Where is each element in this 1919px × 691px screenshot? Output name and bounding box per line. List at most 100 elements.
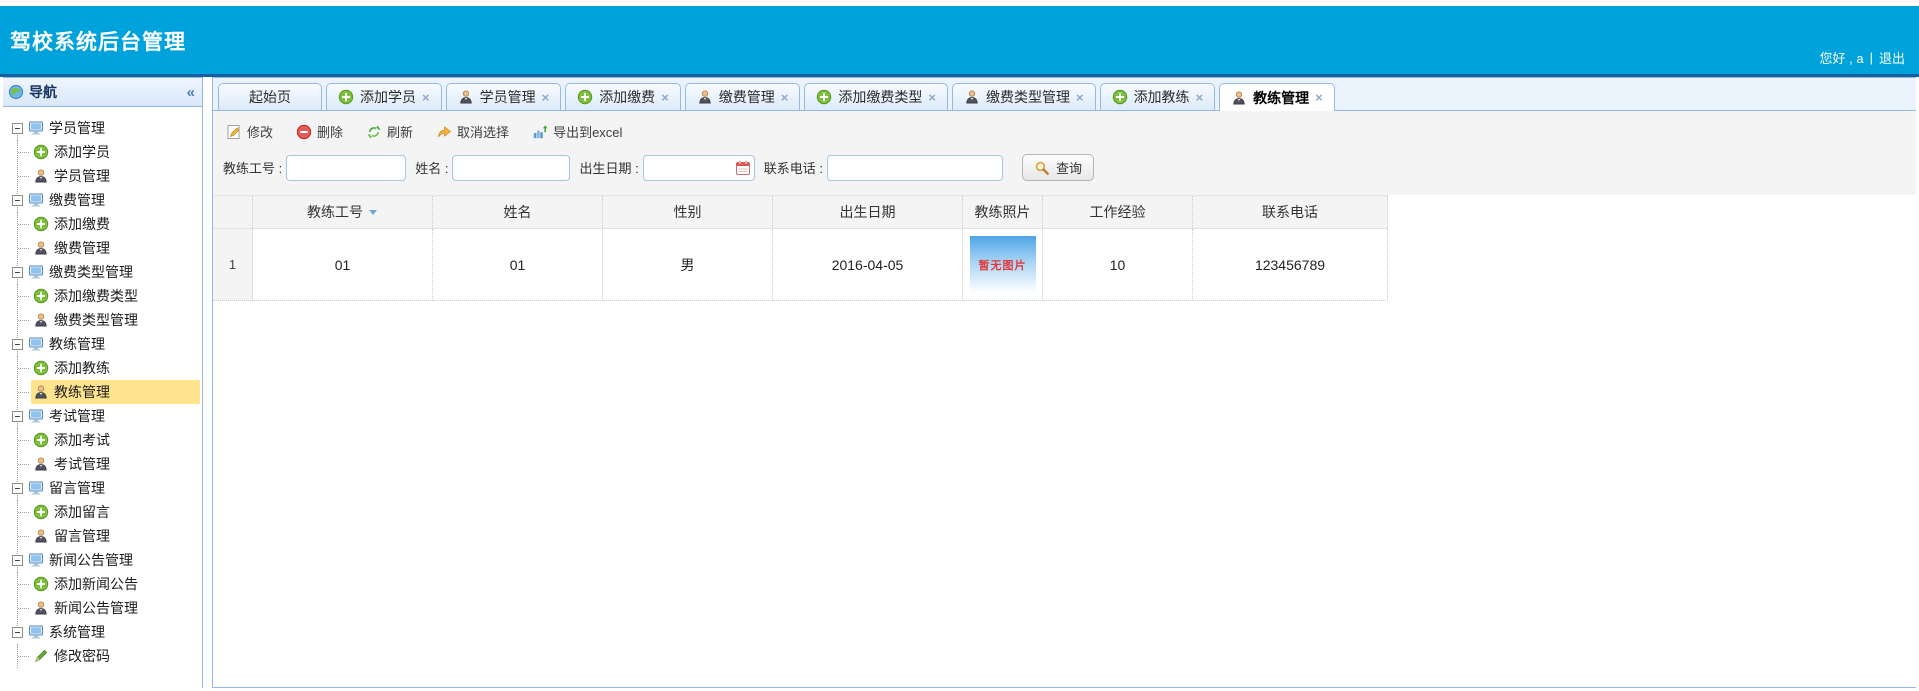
- coach-id-label: 教练工号 :: [223, 161, 283, 176]
- user-icon: [33, 168, 49, 184]
- close-icon[interactable]: ×: [542, 91, 550, 104]
- add-icon: [33, 576, 49, 592]
- tree-node-add-news[interactable]: 添加新闻公告: [18, 572, 200, 596]
- column-header-birth[interactable]: 出生日期: [773, 196, 963, 228]
- tree-node-news-mgmt-group[interactable]: 新闻公告管理: [12, 548, 200, 572]
- toolbar-button-refresh[interactable]: 刷新: [363, 120, 416, 143]
- coach-name-input[interactable]: [452, 154, 571, 181]
- tree-expander-icon[interactable]: [12, 482, 23, 494]
- monitor-icon: [28, 264, 44, 280]
- tree-node-add-coach[interactable]: 添加教练: [18, 356, 200, 380]
- column-header-id[interactable]: 教练工号: [253, 196, 433, 228]
- close-icon[interactable]: ×: [1076, 91, 1084, 104]
- tree-node-coach-mgmt-group[interactable]: 教练管理: [12, 332, 200, 356]
- cell-value: 1: [228, 257, 237, 272]
- close-icon[interactable]: ×: [928, 91, 936, 104]
- tree-node-message-mgmt[interactable]: 留言管理: [18, 524, 200, 548]
- tree-node-body: 缴费管理: [31, 236, 200, 260]
- close-icon[interactable]: ×: [661, 91, 669, 104]
- close-icon[interactable]: ×: [781, 91, 789, 104]
- tree-node-add-payment-type[interactable]: 添加缴费类型: [18, 284, 200, 308]
- tree-node-news-mgmt[interactable]: 新闻公告管理: [18, 596, 200, 620]
- close-icon[interactable]: ×: [1315, 91, 1323, 104]
- cell-photo: 暂无图片: [963, 229, 1043, 301]
- tree-node-payment-mgmt[interactable]: 缴费管理: [18, 236, 200, 260]
- toolbar-button-edit[interactable]: 修改: [223, 120, 276, 143]
- tab-label: 缴费管理: [718, 89, 775, 105]
- toolbar-button-label: 刷新: [387, 125, 414, 140]
- tab-add-payment[interactable]: 添加缴费 ×: [565, 83, 681, 110]
- tree-node-exam-mgmt[interactable]: 考试管理: [18, 452, 200, 476]
- toolbar-button-label: 修改: [247, 125, 274, 140]
- tree-expander-icon[interactable]: [12, 194, 23, 206]
- tree-node-student-mgmt-group[interactable]: 学员管理: [12, 116, 200, 140]
- tree-node-change-password[interactable]: 修改密码: [18, 644, 200, 668]
- toolbar-button-cancel-select[interactable]: 取消选择: [433, 120, 512, 143]
- phone-input[interactable]: [826, 154, 1003, 181]
- tree-expander-icon[interactable]: [12, 266, 23, 278]
- tree-expander-icon[interactable]: [12, 626, 23, 638]
- tree-node-add-payment[interactable]: 添加缴费: [18, 212, 200, 236]
- tree-node-message-mgmt-group[interactable]: 留言管理: [12, 476, 200, 500]
- tree-node-add-student[interactable]: 添加学员: [18, 140, 200, 164]
- column-header-exp[interactable]: 工作经验: [1043, 196, 1193, 228]
- user-icon: [697, 89, 713, 105]
- tree-node-add-message[interactable]: 添加留言: [18, 500, 200, 524]
- tree-node-payment-type-mgmt[interactable]: 缴费类型管理: [18, 308, 200, 332]
- tree-node-body: 新闻公告管理: [26, 548, 200, 572]
- tab-bar: 起始页 添加学员 × 学员管理 × 添加缴费 × 缴费管理 × 添加缴费类型 × 缴费类型管理 × 添加教…: [213, 78, 1916, 111]
- tree-expander-icon[interactable]: [12, 410, 23, 422]
- undo-icon: [436, 124, 452, 140]
- tree-expander-icon[interactable]: [12, 554, 23, 566]
- tab-payment-mgmt[interactable]: 缴费管理 ×: [684, 83, 801, 110]
- column-header-photo[interactable]: 教练照片: [963, 196, 1043, 228]
- tree-node-label: 缴费类型管理: [49, 264, 133, 280]
- tree-node-body: 添加留言: [31, 500, 200, 524]
- column-header-phone[interactable]: 联系电话: [1193, 196, 1388, 228]
- tree-node-student-mgmt[interactable]: 学员管理: [18, 164, 200, 188]
- tree-expander-icon[interactable]: [12, 338, 23, 350]
- toolbar-button-export-excel[interactable]: 导出到excel: [529, 120, 625, 143]
- tree-node-coach-mgmt[interactable]: 教练管理: [18, 380, 200, 404]
- sidebar-splitter[interactable]: [203, 77, 212, 688]
- close-icon[interactable]: ×: [1196, 91, 1204, 104]
- cell-value: 123456789: [1254, 256, 1326, 273]
- add-icon: [577, 89, 593, 105]
- column-header-name[interactable]: 姓名: [433, 196, 603, 228]
- tree-node-body: 教练管理: [31, 380, 200, 404]
- logout-link[interactable]: 退出: [1879, 48, 1905, 67]
- tab-add-coach[interactable]: 添加教练 ×: [1099, 83, 1216, 110]
- column-header-gender[interactable]: 性别: [603, 196, 773, 228]
- column-header-label: 教练工号: [307, 204, 363, 220]
- tab-add-student[interactable]: 添加学员 ×: [326, 83, 442, 110]
- column-header-label: 工作经验: [1089, 204, 1146, 220]
- tab-home[interactable]: 起始页: [218, 83, 322, 110]
- tree-children: 添加留言 留言管理: [17, 500, 200, 548]
- tree-node-body: 考试管理: [26, 404, 200, 428]
- coach-id-input[interactable]: [286, 154, 407, 181]
- tree-node-body: 留言管理: [31, 524, 200, 548]
- tab-add-payment-type[interactable]: 添加缴费类型 ×: [804, 83, 948, 110]
- add-icon: [33, 504, 49, 520]
- tab-coach-mgmt[interactable]: 教练管理 ×: [1219, 83, 1335, 111]
- tree-node-exam-mgmt-group[interactable]: 考试管理: [12, 404, 200, 428]
- tree-node-add-exam[interactable]: 添加考试: [18, 428, 200, 452]
- tab-student-mgmt[interactable]: 学员管理 ×: [445, 83, 562, 110]
- cell-birth: 2016-04-05: [773, 229, 963, 301]
- tree-node-body: 添加考试: [31, 428, 200, 452]
- tree-node-payment-type-mgmt-group[interactable]: 缴费类型管理: [12, 260, 200, 284]
- calendar-icon[interactable]: [735, 160, 751, 176]
- close-icon[interactable]: ×: [422, 91, 430, 104]
- tree-expander-icon[interactable]: [12, 122, 23, 134]
- tree-node-payment-mgmt-group[interactable]: 缴费管理: [12, 188, 200, 212]
- search-button-label: 查询: [1055, 161, 1082, 176]
- table-row[interactable]: 1 01 01 男 2016-04-05 暂无图片 10 123456789: [213, 229, 1388, 301]
- cell-exp: 10: [1043, 229, 1193, 301]
- sidebar-collapse-button[interactable]: «: [187, 84, 195, 101]
- tree-node-label: 新闻公告管理: [49, 552, 133, 568]
- search-button[interactable]: 查询: [1021, 154, 1094, 181]
- toolbar-button-delete[interactable]: 删除: [293, 120, 346, 143]
- tab-payment-type-mgmt[interactable]: 缴费类型管理 ×: [951, 83, 1096, 110]
- tree-node-system-mgmt-group[interactable]: 系统管理: [12, 620, 200, 644]
- user-icon: [33, 240, 49, 256]
